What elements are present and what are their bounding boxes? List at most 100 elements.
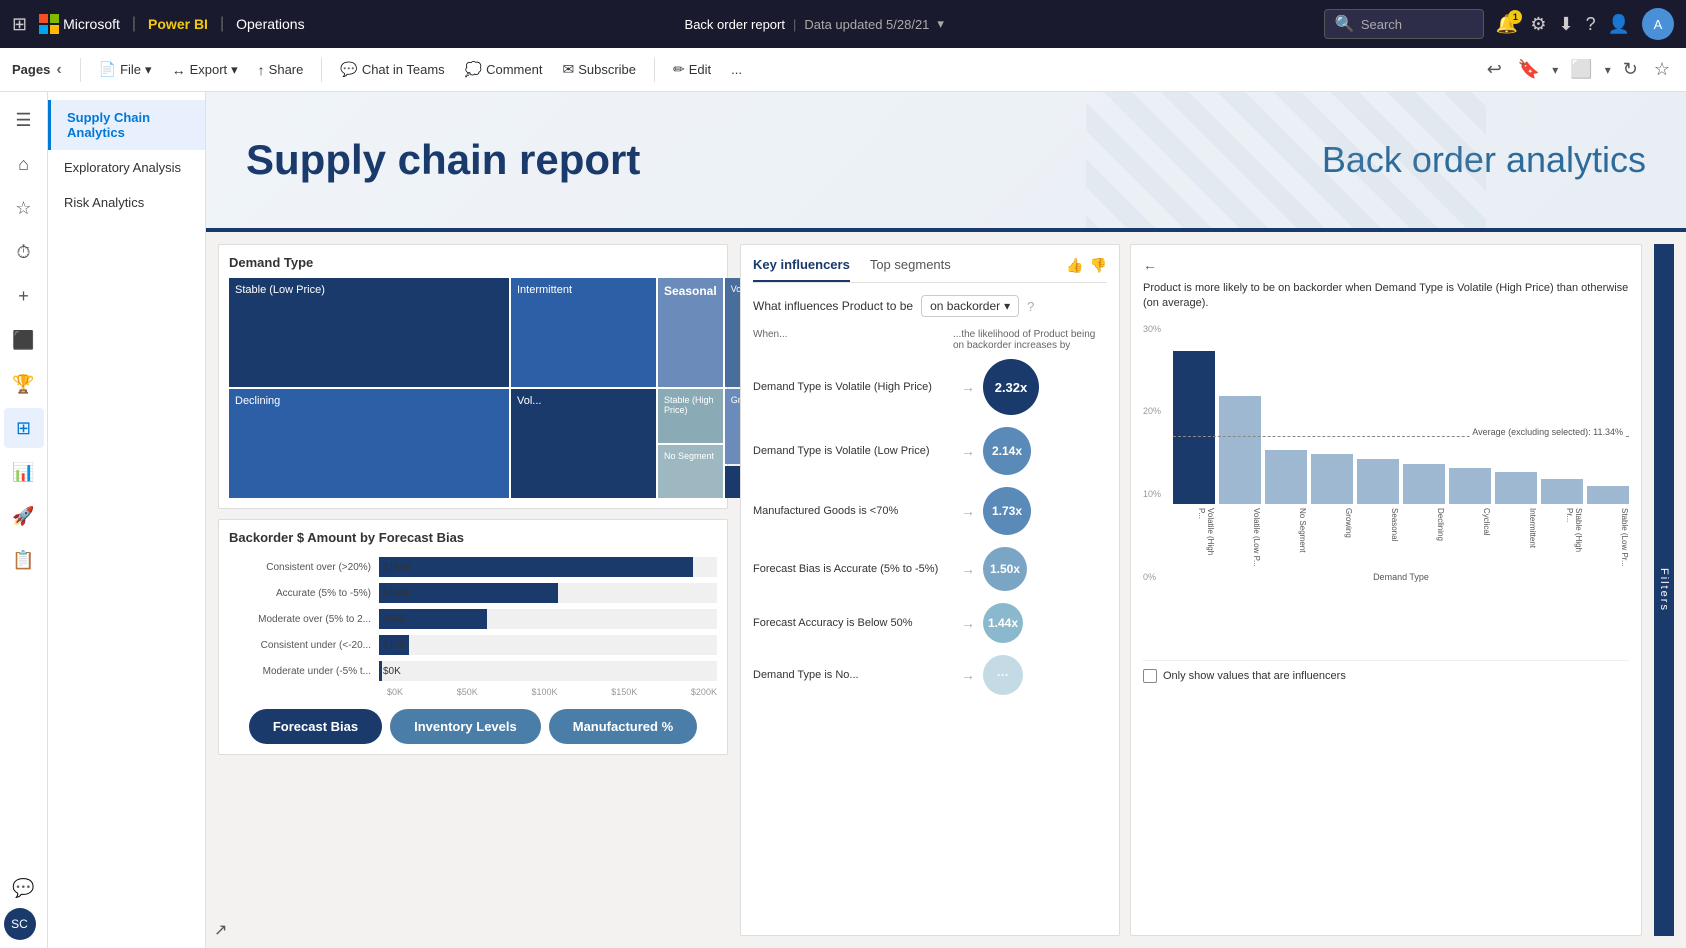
chat-in-teams-button[interactable]: 💬 Chat in Teams <box>332 57 452 82</box>
treemap-declining[interactable]: Stable (High Price) <box>658 389 723 443</box>
treemap-growing[interactable]: Declining <box>229 389 509 498</box>
search-box[interactable]: 🔍 <box>1324 9 1484 39</box>
account-icon[interactable]: 👤 <box>1608 14 1630 35</box>
sidebar-apps-icon[interactable]: ⊞ <box>4 408 44 448</box>
bar-row-2: Moderate over (5% to 2... $63K <box>229 609 717 629</box>
influence-bubble-2[interactable]: 1.73x <box>983 487 1031 535</box>
influence-bubble-3[interactable]: 1.50x <box>983 547 1027 591</box>
sidebar-recent-icon[interactable]: ⏱ <box>4 232 44 272</box>
vbar-7[interactable] <box>1495 472 1537 504</box>
influence-bubble-1[interactable]: 2.14x <box>983 427 1031 475</box>
x-label-2: No Segment <box>1265 508 1307 568</box>
user-avatar[interactable]: A <box>1642 8 1674 40</box>
tab-key-influencers[interactable]: Key influencers <box>753 257 850 282</box>
sidebar-metrics-icon[interactable]: 📊 <box>4 452 44 492</box>
toolbar-right: ↩ 🔖 ▾ ⬜ ▾ ↻ ☆ <box>1483 55 1674 84</box>
treemap-seasonal[interactable]: Seasonal <box>658 278 723 387</box>
vbar-6[interactable] <box>1449 468 1491 504</box>
subscribe-icon: ✉ <box>562 61 574 78</box>
data-updated-chevron[interactable]: ▾ <box>937 16 944 32</box>
nav-right-controls: 🔍 🔔 1 ⚙ ⬇ ? 👤 A <box>1324 8 1674 40</box>
influence-bubble-4[interactable]: 1.44x <box>983 603 1023 643</box>
influencers-checkbox[interactable] <box>1143 669 1157 683</box>
detail-description: Product is more likely to be on backorde… <box>1143 281 1629 312</box>
file-button[interactable]: 📄 File ▾ <box>91 57 160 82</box>
comment-button[interactable]: 💭 Comment <box>457 57 551 82</box>
influence-arrow-5: → <box>961 667 975 683</box>
bar-fill-0: $185K <box>379 557 693 577</box>
manufactured-pct-button[interactable]: Manufactured % <box>549 709 697 744</box>
bar-label-3: Consistent under (<-20... <box>229 640 379 651</box>
sidebar-favorites-icon[interactable]: ☆ <box>4 188 44 228</box>
sidebar-browse-icon[interactable]: ⬛ <box>4 320 44 360</box>
settings-icon[interactable]: ⚙ <box>1530 14 1546 35</box>
share-button[interactable]: ↑ Share <box>250 58 312 82</box>
expand-icon[interactable]: ↗ <box>214 920 227 940</box>
sidebar-goals-icon[interactable]: 🏆 <box>4 364 44 404</box>
influence-bubble-0[interactable]: 2.32x <box>983 359 1039 415</box>
data-updated: Data updated 5/28/21 <box>804 17 929 32</box>
apps-icon[interactable]: ⊞ <box>12 14 27 35</box>
vbar-3[interactable] <box>1311 454 1353 504</box>
download-icon[interactable]: ⬇ <box>1558 14 1573 35</box>
x-label-3: Growing <box>1311 508 1353 568</box>
bar-axis: $0K $50K $100K $150K $200K <box>387 687 717 697</box>
vbar-2[interactable] <box>1265 450 1307 504</box>
toolbar: Pages ‹ 📄 File ▾ ↔ Export ▾ ↑ Share 💬 Ch… <box>0 48 1686 92</box>
influencers-card: Key influencers Top segments 👍 👎 What in… <box>740 244 1120 936</box>
vbar-9[interactable] <box>1587 486 1629 504</box>
edit-button[interactable]: ✏ Edit <box>665 57 719 82</box>
forecast-bias-button[interactable]: Forecast Bias <box>249 709 382 744</box>
thumbs-up-icon[interactable]: 👍 <box>1066 257 1083 274</box>
influencer-dropdown[interactable]: on backorder ▾ <box>921 295 1019 317</box>
bottom-buttons: Forecast Bias Inventory Levels Manufactu… <box>229 709 717 744</box>
pages-collapse-icon[interactable]: ‹ <box>56 61 61 79</box>
sidebar-create-icon[interactable]: + <box>4 276 44 316</box>
undo-icon[interactable]: ↩ <box>1483 55 1506 84</box>
more-options-button[interactable]: ... <box>723 58 750 81</box>
page-exploratory[interactable]: Exploratory Analysis <box>48 150 205 185</box>
likelihood-header: ...the likelihood of Product being on ba… <box>953 329 1107 351</box>
vertical-bar-chart: Average (excluding selected): 11.34% <box>1173 324 1629 504</box>
help-icon[interactable]: ? <box>1586 14 1596 35</box>
sidebar-home-icon[interactable]: ⌂ <box>4 144 44 184</box>
demand-type-card: Demand Type Stable (Low Price) Declining <box>218 244 728 509</box>
influence-label-1: Demand Type is Volatile (Low Price) <box>753 444 953 458</box>
sidebar-chat-icon[interactable]: 💬 <box>4 868 44 908</box>
refresh-icon[interactable]: ↻ <box>1619 55 1642 84</box>
x-label-1: Volatile (Low P... <box>1219 508 1261 568</box>
vbar-0[interactable] <box>1173 351 1215 504</box>
dropdown-chevron: ▾ <box>1004 299 1010 313</box>
vbar-8[interactable] <box>1541 479 1583 504</box>
view-icon[interactable]: ⬜ <box>1566 55 1596 84</box>
sidebar-explore-icon[interactable]: 🚀 <box>4 496 44 536</box>
pages-button[interactable]: Pages ‹ <box>12 61 62 79</box>
page-supply-chain[interactable]: Supply Chain Analytics <box>48 100 205 150</box>
sidebar-avatar[interactable]: SC <box>4 908 36 940</box>
treemap-stable-high[interactable]: Vol... <box>511 389 656 498</box>
bookmark-icon[interactable]: 🔖 <box>1514 55 1544 84</box>
notification-icon[interactable]: 🔔 1 <box>1496 14 1518 35</box>
subscribe-button[interactable]: ✉ Subscribe <box>554 57 644 82</box>
filters-panel[interactable]: Filters <box>1654 244 1674 936</box>
vbar-col-7 <box>1495 472 1537 504</box>
export-button[interactable]: ↔ Export ▾ <box>164 58 246 82</box>
search-input[interactable] <box>1361 17 1473 32</box>
sidebar-menu-icon[interactable]: ☰ <box>4 100 44 140</box>
thumbs-down-icon[interactable]: 👎 <box>1090 257 1107 274</box>
vbar-1[interactable] <box>1219 396 1261 504</box>
influence-bubble-5[interactable]: ··· <box>983 655 1023 695</box>
treemap-intermittent[interactable]: Intermittent <box>511 278 656 387</box>
vbar-5[interactable] <box>1403 464 1445 504</box>
page-risk[interactable]: Risk Analytics <box>48 185 205 220</box>
influence-arrow-1: → <box>961 443 975 459</box>
sidebar-catalog-icon[interactable]: 📋 <box>4 540 44 580</box>
inventory-levels-button[interactable]: Inventory Levels <box>390 709 541 744</box>
detail-back-arrow[interactable]: ← <box>1143 257 1157 273</box>
influencer-help-icon[interactable]: ? <box>1027 299 1034 314</box>
treemap-stable-low[interactable]: Stable (Low Price) <box>229 278 509 387</box>
tab-top-segments[interactable]: Top segments <box>870 257 951 282</box>
treemap-no-segment[interactable]: No Segment <box>658 445 723 499</box>
star-icon[interactable]: ☆ <box>1650 55 1674 84</box>
vbar-4[interactable] <box>1357 459 1399 504</box>
